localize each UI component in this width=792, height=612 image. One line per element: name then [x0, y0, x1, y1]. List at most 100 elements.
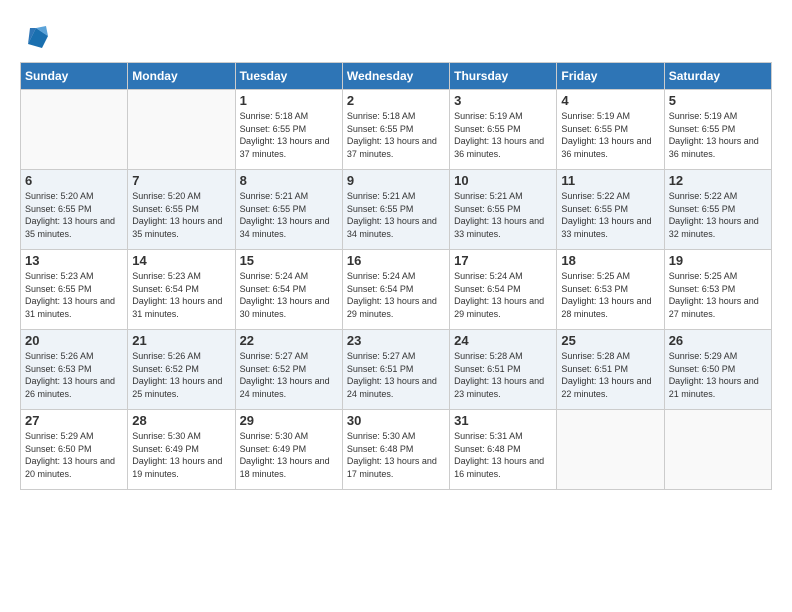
week-row-3: 13 Sunrise: 5:23 AMSunset: 6:55 PMDayligh…: [21, 250, 772, 330]
day-number: 4: [561, 93, 659, 108]
calendar-cell: 25 Sunrise: 5:28 AMSunset: 6:51 PMDayligh…: [557, 330, 664, 410]
day-number: 12: [669, 173, 767, 188]
day-number: 30: [347, 413, 445, 428]
day-number: 14: [132, 253, 230, 268]
calendar-cell: 3 Sunrise: 5:19 AMSunset: 6:55 PMDaylight…: [450, 90, 557, 170]
day-info: Sunrise: 5:31 AMSunset: 6:48 PMDaylight:…: [454, 430, 552, 480]
day-number: 10: [454, 173, 552, 188]
day-number: 13: [25, 253, 123, 268]
day-info: Sunrise: 5:27 AMSunset: 6:52 PMDaylight:…: [240, 350, 338, 400]
weekday-header-sunday: Sunday: [21, 63, 128, 90]
weekday-header-saturday: Saturday: [664, 63, 771, 90]
day-number: 28: [132, 413, 230, 428]
day-info: Sunrise: 5:29 AMSunset: 6:50 PMDaylight:…: [669, 350, 767, 400]
calendar-cell: 16Sunrise: 5:24 AMSunset: 6:54 PMDayligh…: [342, 250, 449, 330]
day-number: 7: [132, 173, 230, 188]
weekday-header-thursday: Thursday: [450, 63, 557, 90]
calendar-cell: 10 Sunrise: 5:21 AMSunset: 6:55 PMDayligh…: [450, 170, 557, 250]
day-info: Sunrise: 5:21 AMSunset: 6:55 PMDaylight:…: [454, 190, 552, 240]
day-info: Sunrise: 5:27 AMSunset: 6:51 PMDaylight:…: [347, 350, 445, 400]
day-number: 3: [454, 93, 552, 108]
calendar-cell: 13 Sunrise: 5:23 AMSunset: 6:55 PMDayligh…: [21, 250, 128, 330]
week-row-5: 27 Sunrise: 5:29 AMSunset: 6:50 PMDayligh…: [21, 410, 772, 490]
calendar-cell: 22 Sunrise: 5:27 AMSunset: 6:52 PMDayligh…: [235, 330, 342, 410]
day-info: Sunrise: 5:30 AMSunset: 6:48 PMDaylight:…: [347, 430, 445, 480]
week-row-2: 6 Sunrise: 5:20 AMSunset: 6:55 PMDaylight…: [21, 170, 772, 250]
calendar-cell: 24 Sunrise: 5:28 AMSunset: 6:51 PMDayligh…: [450, 330, 557, 410]
day-info: Sunrise: 5:18 AMSunset: 6:55 PMDaylight:…: [240, 110, 338, 160]
day-info: Sunrise: 5:20 AMSunset: 6:55 PMDaylight:…: [25, 190, 123, 240]
calendar-table: SundayMondayTuesdayWednesdayThursdayFrid…: [20, 62, 772, 490]
calendar-cell: 21Sunrise: 5:26 AMSunset: 6:52 PMDayligh…: [128, 330, 235, 410]
day-number: 26: [669, 333, 767, 348]
calendar-cell: 20Sunrise: 5:26 AMSunset: 6:53 PMDayligh…: [21, 330, 128, 410]
calendar-cell: 28 Sunrise: 5:30 AMSunset: 6:49 PMDayligh…: [128, 410, 235, 490]
calendar-cell: 1 Sunrise: 5:18 AMSunset: 6:55 PMDaylight…: [235, 90, 342, 170]
day-info: Sunrise: 5:29 AMSunset: 6:50 PMDaylight:…: [25, 430, 123, 480]
day-number: 22: [240, 333, 338, 348]
day-info: Sunrise: 5:30 AMSunset: 6:49 PMDaylight:…: [132, 430, 230, 480]
calendar-cell: 7 Sunrise: 5:20 AMSunset: 6:55 PMDaylight…: [128, 170, 235, 250]
day-number: 19: [669, 253, 767, 268]
calendar-cell: 26 Sunrise: 5:29 AMSunset: 6:50 PMDayligh…: [664, 330, 771, 410]
calendar-cell: [21, 90, 128, 170]
calendar-cell: 9Sunrise: 5:21 AMSunset: 6:55 PMDaylight…: [342, 170, 449, 250]
day-number: 25: [561, 333, 659, 348]
calendar-cell: 17Sunrise: 5:24 AMSunset: 6:54 PMDayligh…: [450, 250, 557, 330]
day-number: 8: [240, 173, 338, 188]
day-number: 29: [240, 413, 338, 428]
logo-icon: [20, 20, 52, 52]
calendar-cell: 18 Sunrise: 5:25 AMSunset: 6:53 PMDayligh…: [557, 250, 664, 330]
day-number: 24: [454, 333, 552, 348]
day-info: Sunrise: 5:20 AMSunset: 6:55 PMDaylight:…: [132, 190, 230, 240]
day-info: Sunrise: 5:23 AMSunset: 6:55 PMDaylight:…: [25, 270, 123, 320]
weekday-header-friday: Friday: [557, 63, 664, 90]
calendar-cell: 12 Sunrise: 5:22 AMSunset: 6:55 PMDayligh…: [664, 170, 771, 250]
day-number: 27: [25, 413, 123, 428]
day-info: Sunrise: 5:25 AMSunset: 6:53 PMDaylight:…: [669, 270, 767, 320]
calendar-cell: 19 Sunrise: 5:25 AMSunset: 6:53 PMDayligh…: [664, 250, 771, 330]
day-info: Sunrise: 5:23 AMSunset: 6:54 PMDaylight:…: [132, 270, 230, 320]
logo: [20, 20, 56, 52]
day-number: 17: [454, 253, 552, 268]
calendar-cell: 23 Sunrise: 5:27 AMSunset: 6:51 PMDayligh…: [342, 330, 449, 410]
day-number: 23: [347, 333, 445, 348]
weekday-header-monday: Monday: [128, 63, 235, 90]
calendar-cell: [664, 410, 771, 490]
calendar-cell: 31 Sunrise: 5:31 AMSunset: 6:48 PMDayligh…: [450, 410, 557, 490]
calendar-cell: 14 Sunrise: 5:23 AMSunset: 6:54 PMDayligh…: [128, 250, 235, 330]
day-info: Sunrise: 5:19 AMSunset: 6:55 PMDaylight:…: [561, 110, 659, 160]
day-info: Sunrise: 5:26 AMSunset: 6:52 PMDaylight:…: [132, 350, 230, 400]
day-info: Sunrise: 5:28 AMSunset: 6:51 PMDaylight:…: [454, 350, 552, 400]
calendar-cell: 11Sunrise: 5:22 AMSunset: 6:55 PMDayligh…: [557, 170, 664, 250]
page-header: [20, 20, 772, 52]
week-row-1: 1 Sunrise: 5:18 AMSunset: 6:55 PMDaylight…: [21, 90, 772, 170]
weekday-header-tuesday: Tuesday: [235, 63, 342, 90]
day-number: 16: [347, 253, 445, 268]
day-number: 5: [669, 93, 767, 108]
day-number: 31: [454, 413, 552, 428]
day-number: 6: [25, 173, 123, 188]
day-number: 2: [347, 93, 445, 108]
day-number: 1: [240, 93, 338, 108]
day-number: 11: [561, 173, 659, 188]
day-info: Sunrise: 5:22 AMSunset: 6:55 PMDaylight:…: [669, 190, 767, 240]
weekday-header-row: SundayMondayTuesdayWednesdayThursdayFrid…: [21, 63, 772, 90]
day-info: Sunrise: 5:25 AMSunset: 6:53 PMDaylight:…: [561, 270, 659, 320]
day-number: 18: [561, 253, 659, 268]
calendar-cell: 4 Sunrise: 5:19 AMSunset: 6:55 PMDaylight…: [557, 90, 664, 170]
day-info: Sunrise: 5:19 AMSunset: 6:55 PMDaylight:…: [454, 110, 552, 160]
day-number: 20: [25, 333, 123, 348]
week-row-4: 20Sunrise: 5:26 AMSunset: 6:53 PMDayligh…: [21, 330, 772, 410]
day-number: 9: [347, 173, 445, 188]
calendar-cell: 6 Sunrise: 5:20 AMSunset: 6:55 PMDaylight…: [21, 170, 128, 250]
day-number: 15: [240, 253, 338, 268]
calendar-cell: 2 Sunrise: 5:18 AMSunset: 6:55 PMDaylight…: [342, 90, 449, 170]
day-info: Sunrise: 5:19 AMSunset: 6:55 PMDaylight:…: [669, 110, 767, 160]
day-info: Sunrise: 5:18 AMSunset: 6:55 PMDaylight:…: [347, 110, 445, 160]
calendar-cell: 29Sunrise: 5:30 AMSunset: 6:49 PMDayligh…: [235, 410, 342, 490]
day-info: Sunrise: 5:28 AMSunset: 6:51 PMDaylight:…: [561, 350, 659, 400]
calendar-cell: 27 Sunrise: 5:29 AMSunset: 6:50 PMDayligh…: [21, 410, 128, 490]
calendar-cell: 8Sunrise: 5:21 AMSunset: 6:55 PMDaylight…: [235, 170, 342, 250]
calendar-cell: 5 Sunrise: 5:19 AMSunset: 6:55 PMDaylight…: [664, 90, 771, 170]
